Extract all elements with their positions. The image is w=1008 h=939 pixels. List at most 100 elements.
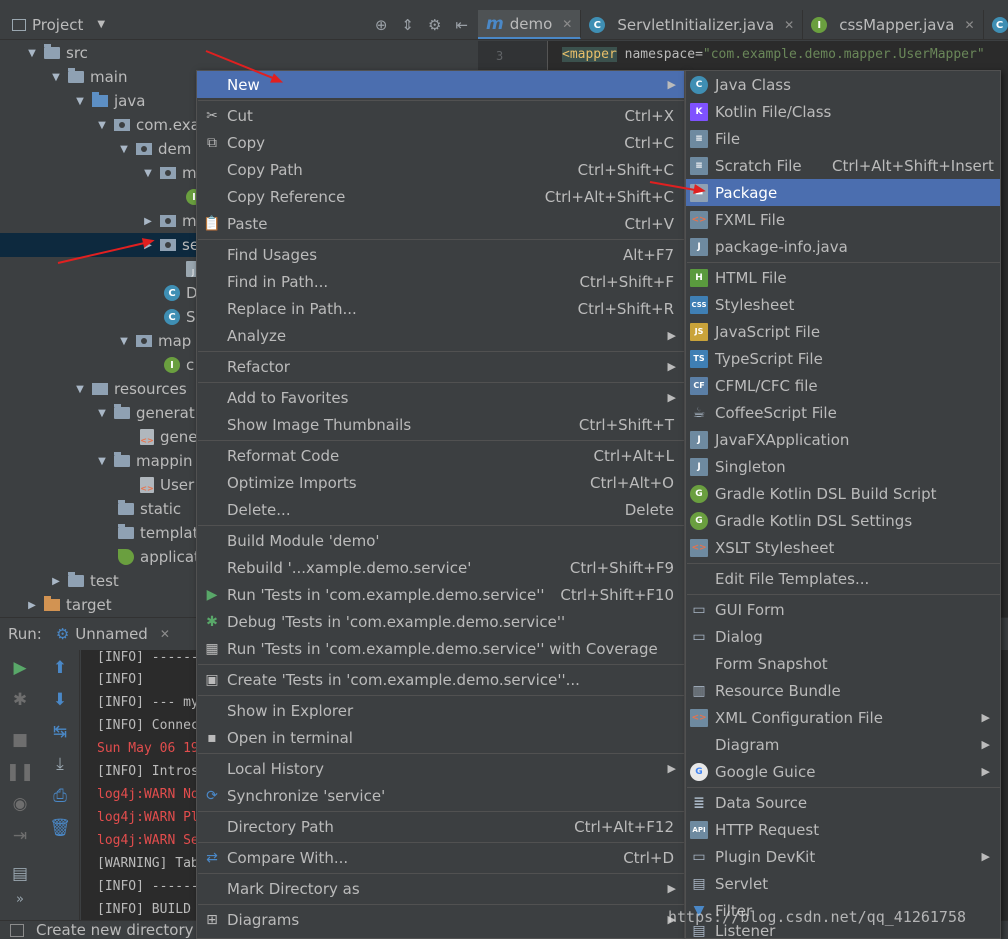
debug-icon[interactable]: ✱	[0, 690, 40, 710]
close-icon[interactable]: ✕	[160, 627, 170, 641]
new-plugin-devkit[interactable]: ▭ Plugin DevKit ▶	[686, 843, 1000, 870]
project-view-selector[interactable]: Project ▼	[12, 16, 105, 34]
chevron-down-icon[interactable]: ▼	[96, 408, 108, 419]
new-gradle-settings[interactable]: G Gradle Kotlin DSL Settings	[686, 507, 1000, 534]
tab-demo[interactable]: m demo ✕	[478, 10, 582, 39]
menu-item-analyze[interactable]: Analyze ▶	[197, 322, 684, 349]
new-resource-bundle[interactable]: ▥ Resource Bundle	[686, 677, 1000, 704]
chevron-down-icon[interactable]: ▼	[50, 72, 62, 83]
menu-item-cut[interactable]: ✂ Cut Ctrl+X	[197, 102, 684, 129]
locate-icon[interactable]: ⊕	[375, 16, 388, 34]
new-xml-configuration-file[interactable]: <> XML Configuration File ▶	[686, 704, 1000, 731]
menu-item-add-to-favorites[interactable]: Add to Favorites ▶	[197, 384, 684, 411]
menu-item-rebuild[interactable]: Rebuild '...xample.demo.service' Ctrl+Shi…	[197, 554, 684, 581]
menu-item-replace-in-path[interactable]: Replace in Path... Ctrl+Shift+R	[197, 295, 684, 322]
new-singleton[interactable]: J Singleton	[686, 453, 1000, 480]
menu-item-paste[interactable]: 📋 Paste Ctrl+V	[197, 210, 684, 237]
new-package[interactable]: ▬ Package	[686, 179, 1000, 206]
menu-item-show-image-thumbnails[interactable]: Show Image Thumbnails Ctrl+Shift+T	[197, 411, 684, 438]
new-gradle-build-script[interactable]: G Gradle Kotlin DSL Build Script	[686, 480, 1000, 507]
new-diagram[interactable]: Diagram ▶	[686, 731, 1000, 758]
menu-item-copy[interactable]: ⧉ Copy Ctrl+C	[197, 129, 684, 156]
menu-item-find-in-path[interactable]: Find in Path... Ctrl+Shift+F	[197, 268, 684, 295]
menu-item-directory-path[interactable]: Directory Path Ctrl+Alt+F12	[197, 813, 684, 840]
gear-icon[interactable]: ⚙	[428, 16, 441, 34]
menu-item-diagrams[interactable]: ⊞ Diagrams ▶	[197, 906, 684, 933]
menu-item-refactor[interactable]: Refactor ▶	[197, 353, 684, 380]
soft-wrap-icon[interactable]: ↹	[40, 722, 80, 742]
menu-item-build-module[interactable]: Build Module 'demo'	[197, 527, 684, 554]
tab-css-mapper[interactable]: IcssMapper.java ✕	[803, 10, 984, 39]
chevron-down-icon[interactable]: ▼	[118, 336, 130, 347]
tab-de[interactable]: CDe	[984, 10, 1008, 39]
edit-file-templates[interactable]: Edit File Templates...	[686, 565, 1000, 592]
more-icon[interactable]: »	[0, 892, 40, 907]
close-icon[interactable]: ✕	[562, 17, 572, 31]
menu-item-open-in-terminal[interactable]: ▪ Open in terminal	[197, 724, 684, 751]
camera-icon[interactable]: ◉	[0, 794, 40, 814]
menu-item-run-with-coverage[interactable]: ▦ Run 'Tests in 'com.example.demo.service…	[197, 635, 684, 662]
chevron-down-icon[interactable]: ▼	[142, 168, 154, 179]
new-servlet[interactable]: ▤ Servlet	[686, 870, 1000, 897]
chevron-right-icon[interactable]: ▶	[26, 600, 38, 611]
trash-icon[interactable]: 🗑	[40, 818, 80, 838]
close-icon[interactable]: ✕	[965, 18, 975, 32]
rerun-icon[interactable]: ▶	[0, 658, 40, 678]
menu-item-copy-path[interactable]: Copy Path Ctrl+Shift+C	[197, 156, 684, 183]
new-fxml-file[interactable]: <> FXML File	[686, 206, 1000, 233]
exit-icon[interactable]: ⇥	[0, 826, 40, 846]
down-arrow-icon[interactable]: ⬇	[40, 690, 80, 710]
chevron-down-icon[interactable]: ▼	[26, 48, 38, 59]
new-gui-form[interactable]: ▭ GUI Form	[686, 596, 1000, 623]
close-icon[interactable]: ✕	[784, 18, 794, 32]
code-line[interactable]: <mapper namespace="com.example.demo.mapp…	[562, 47, 985, 62]
chevron-down-icon[interactable]: ▼	[96, 456, 108, 467]
new-javascript-file[interactable]: JS JavaScript File	[686, 318, 1000, 345]
menu-item-find-usages[interactable]: Find Usages Alt+F7	[197, 241, 684, 268]
tab-servlet-initializer[interactable]: C ServletInitializer.java ✕	[581, 10, 804, 39]
chevron-down-icon[interactable]: ▼	[96, 120, 108, 131]
new-coffeescript-file[interactable]: ☕ CoffeeScript File	[686, 399, 1000, 426]
menu-item-create-tests[interactable]: ▣ Create 'Tests in 'com.example.demo.serv…	[197, 666, 684, 693]
chevron-down-icon[interactable]: ▼	[74, 384, 86, 395]
new-cfml-file[interactable]: CF CFML/CFC file	[686, 372, 1000, 399]
menu-item-local-history[interactable]: Local History ▶	[197, 755, 684, 782]
new-dialog[interactable]: ▭ Dialog	[686, 623, 1000, 650]
new-google-guice[interactable]: G Google Guice ▶	[686, 758, 1000, 785]
menu-item-show-in-explorer[interactable]: Show in Explorer	[197, 697, 684, 724]
menu-item-copy-reference[interactable]: Copy Reference Ctrl+Alt+Shift+C	[197, 183, 684, 210]
layout-icon[interactable]: ▤	[0, 864, 40, 884]
new-kotlin-file[interactable]: K Kotlin File/Class	[686, 98, 1000, 125]
new-http-request[interactable]: API HTTP Request	[686, 816, 1000, 843]
collapse-all-icon[interactable]: ⇕	[401, 16, 414, 34]
new-stylesheet[interactable]: CSS Stylesheet	[686, 291, 1000, 318]
new-java-class[interactable]: C Java Class	[686, 71, 1000, 98]
menu-item-compare-with[interactable]: ⇄ Compare With... Ctrl+D	[197, 844, 684, 871]
new-javafx-application[interactable]: J JavaFXApplication	[686, 426, 1000, 453]
new-xslt-stylesheet[interactable]: <> XSLT Stylesheet	[686, 534, 1000, 561]
menu-item-mark-directory-as[interactable]: Mark Directory as ▶	[197, 875, 684, 902]
new-file[interactable]: ≡ File	[686, 125, 1000, 152]
menu-item-run-tests[interactable]: ▶ Run 'Tests in 'com.example.demo.service…	[197, 581, 684, 608]
new-data-source[interactable]: ≣ Data Source	[686, 789, 1000, 816]
new-scratch-file[interactable]: ≡ Scratch File Ctrl+Alt+Shift+Insert	[686, 152, 1000, 179]
new-html-file[interactable]: H HTML File	[686, 264, 1000, 291]
new-package-info[interactable]: Jpackage-info.java	[686, 233, 1000, 260]
menu-item-delete[interactable]: Delete... Delete	[197, 496, 684, 523]
chevron-right-icon[interactable]: ▶	[142, 216, 154, 227]
pause-icon[interactable]: ❚❚	[0, 762, 40, 782]
new-typescript-file[interactable]: TS TypeScript File	[686, 345, 1000, 372]
run-tab-unnamed[interactable]: ⚙ Unnamed ✕	[56, 625, 170, 643]
menu-item-reformat-code[interactable]: Reformat Code Ctrl+Alt+L	[197, 442, 684, 469]
tree-node-src[interactable]: ▼ src	[0, 41, 478, 65]
tool-windows-icon[interactable]	[10, 924, 24, 937]
chevron-right-icon[interactable]: ▶	[50, 576, 62, 587]
menu-item-synchronize[interactable]: ⟳ Synchronize 'service'	[197, 782, 684, 809]
scroll-to-end-icon[interactable]: ⤓	[40, 754, 80, 774]
new-form-snapshot[interactable]: Form Snapshot	[686, 650, 1000, 677]
print-icon[interactable]: ⎙	[40, 786, 80, 806]
menu-item-debug-tests[interactable]: ✱ Debug 'Tests in 'com.example.demo.servi…	[197, 608, 684, 635]
chevron-down-icon[interactable]: ▼	[118, 144, 130, 155]
up-arrow-icon[interactable]: ⬆	[40, 658, 80, 678]
menu-item-optimize-imports[interactable]: Optimize Imports Ctrl+Alt+O	[197, 469, 684, 496]
